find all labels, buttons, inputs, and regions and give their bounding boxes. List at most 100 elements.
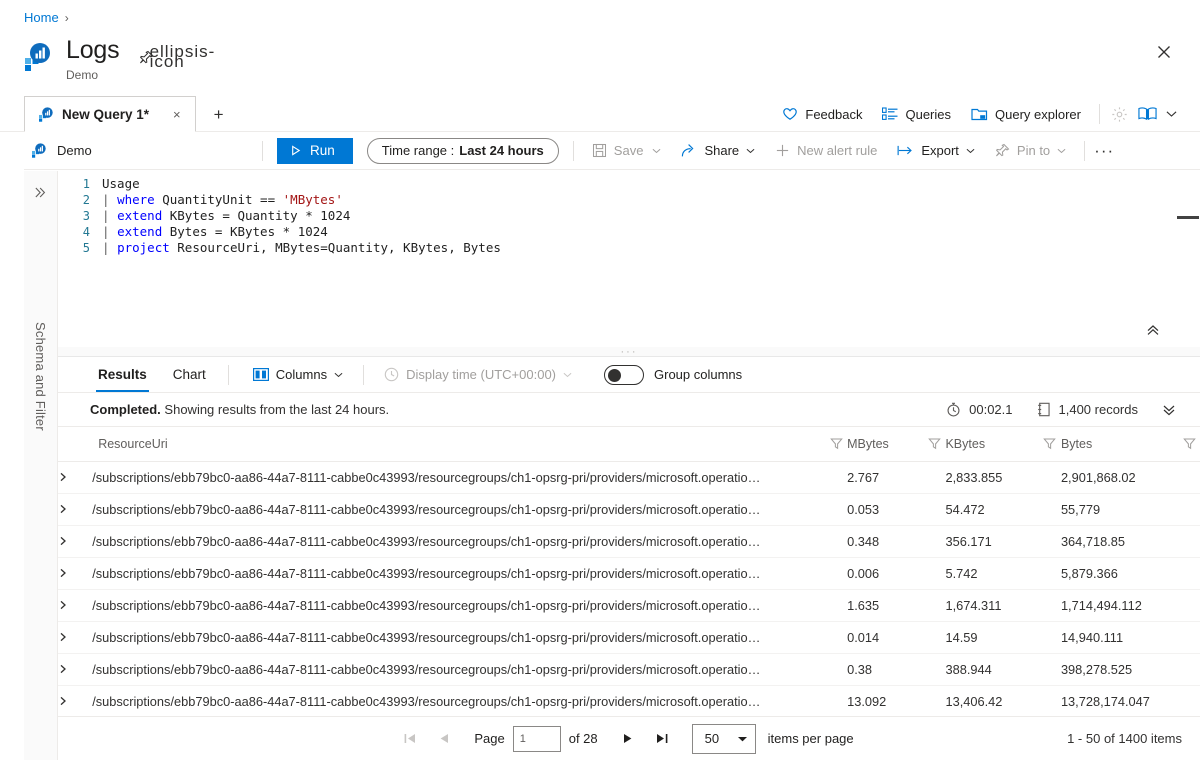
- chevron-right-icon[interactable]: [58, 621, 93, 654]
- filter-funnel-icon[interactable]: [1039, 437, 1061, 450]
- group-columns-toggle[interactable]: Group columns: [604, 364, 743, 385]
- play-icon: [289, 144, 302, 157]
- kql-code[interactable]: 1 Usage 2 | where QuantityUnit == 'MByte…: [58, 171, 1200, 256]
- group-columns-label: Group columns: [654, 367, 743, 382]
- chevron-right-icon[interactable]: [58, 557, 93, 590]
- code-line: 3 | extend KBytes = Quantity * 1024: [58, 208, 1200, 224]
- query-tabstrip: New Query 1* × + Feedback Queries Query …: [24, 96, 1200, 132]
- page-number-input[interactable]: [512, 725, 561, 752]
- column-label: Bytes: [1060, 436, 1093, 451]
- chevron-right-icon[interactable]: [58, 525, 93, 558]
- display-time-button[interactable]: Display time (UTC+00:00): [374, 363, 582, 386]
- results-status-row: Completed. Showing results from the last…: [58, 393, 1200, 427]
- save-button[interactable]: Save: [582, 139, 672, 162]
- chevron-right-icon[interactable]: [58, 685, 93, 716]
- double-chevron-down-icon[interactable]: [1156, 401, 1182, 419]
- line-text: | project ResourceUri, MBytes=Quantity, …: [102, 240, 501, 255]
- query-tab[interactable]: New Query 1* ×: [24, 96, 196, 132]
- double-chevron-right-icon[interactable]: [29, 180, 53, 204]
- export-icon: [897, 144, 914, 157]
- chevron-right-icon[interactable]: [58, 653, 93, 686]
- filter-funnel-icon[interactable]: [1178, 437, 1200, 450]
- columns-icon: [252, 368, 269, 381]
- results-grid[interactable]: ResourceUri MBytes KBytes Bytes /subscri…: [58, 427, 1200, 716]
- cell-mbytes: 0.053: [847, 493, 946, 526]
- tab-chart[interactable]: Chart: [165, 357, 214, 392]
- save-label: Save: [613, 143, 644, 158]
- new-alert-rule-button[interactable]: New alert rule: [765, 139, 887, 162]
- table-row[interactable]: /subscriptions/ebb79bc0-aa86-44a7-8111-c…: [58, 525, 1200, 558]
- title-actions: ellipsis-icon: [135, 43, 215, 70]
- chevron-down-icon[interactable]: [1160, 103, 1182, 125]
- breadcrumb-home[interactable]: Home: [24, 10, 59, 25]
- run-button[interactable]: Run: [277, 137, 353, 164]
- chevron-right-icon[interactable]: [58, 461, 93, 494]
- heart-icon: [782, 106, 798, 122]
- page-last-icon[interactable]: [648, 725, 676, 753]
- panel-splitter[interactable]: ···: [58, 346, 1200, 357]
- column-header-mbytes[interactable]: MBytes: [847, 427, 946, 462]
- ellipsis-icon[interactable]: ellipsis-icon: [150, 43, 215, 70]
- page-size-select[interactable]: 50: [691, 723, 756, 754]
- cell-bytes: 14,940.111: [1060, 621, 1200, 654]
- cell-kbytes: 2,833.855: [945, 461, 1061, 494]
- schema-filter-rail[interactable]: Schema and Filter: [24, 171, 58, 760]
- more-commands-icon[interactable]: ···: [1093, 140, 1115, 162]
- new-query-tab-button[interactable]: +: [208, 104, 230, 126]
- query-editor[interactable]: 1 Usage 2 | where QuantityUnit == 'MByte…: [58, 171, 1200, 347]
- chevron-right-icon[interactable]: [58, 589, 93, 622]
- table-row[interactable]: /subscriptions/ebb79bc0-aa86-44a7-8111-c…: [58, 589, 1200, 622]
- close-icon[interactable]: [1150, 38, 1178, 66]
- time-range-picker[interactable]: Time range : Last 24 hours: [366, 137, 559, 164]
- export-button[interactable]: Export: [887, 139, 985, 162]
- share-button[interactable]: Share: [671, 139, 765, 162]
- toggle-track[interactable]: [604, 364, 644, 385]
- table-row[interactable]: /subscriptions/ebb79bc0-aa86-44a7-8111-c…: [58, 653, 1200, 686]
- pin-to-button[interactable]: Pin to: [985, 139, 1076, 162]
- column-label: KBytes: [945, 436, 986, 451]
- page-first-icon[interactable]: [396, 725, 424, 753]
- filter-funnel-icon[interactable]: [923, 437, 945, 450]
- filter-funnel-icon[interactable]: [825, 437, 847, 450]
- queries-button[interactable]: Queries: [872, 103, 961, 126]
- tab-results-label: Results: [98, 367, 147, 382]
- column-label: ResourceUri: [98, 436, 168, 451]
- editor-scrollbar[interactable]: [1177, 216, 1199, 219]
- records-value: 1,400 records: [1058, 402, 1139, 417]
- table-body: /subscriptions/ebb79bc0-aa86-44a7-8111-c…: [58, 461, 1200, 716]
- page-next-icon[interactable]: [614, 725, 642, 753]
- column-header-bytes[interactable]: Bytes: [1060, 427, 1200, 462]
- scope-selector[interactable]: Demo: [24, 139, 254, 162]
- query-explorer-button[interactable]: Query explorer: [961, 103, 1091, 126]
- cell-kbytes: 1,674.311: [945, 589, 1061, 622]
- table-row[interactable]: /subscriptions/ebb79bc0-aa86-44a7-8111-c…: [58, 685, 1200, 716]
- table-row[interactable]: /subscriptions/ebb79bc0-aa86-44a7-8111-c…: [58, 493, 1200, 526]
- book-help-icon[interactable]: [1136, 103, 1158, 125]
- record-count: 1,400 records: [1025, 402, 1151, 417]
- feedback-button[interactable]: Feedback: [772, 102, 872, 126]
- feedback-label: Feedback: [805, 106, 863, 122]
- command-items: Save Share New alert rule Export Pin to …: [582, 139, 1115, 162]
- table-row[interactable]: /subscriptions/ebb79bc0-aa86-44a7-8111-c…: [58, 461, 1200, 494]
- column-header-kbytes[interactable]: KBytes: [945, 427, 1061, 462]
- query-tab-close-icon[interactable]: ×: [169, 105, 185, 124]
- table-row[interactable]: /subscriptions/ebb79bc0-aa86-44a7-8111-c…: [58, 557, 1200, 590]
- columns-button[interactable]: Columns: [243, 363, 353, 386]
- cell-kbytes: 356.171: [945, 525, 1061, 558]
- breadcrumb-separator-icon: ›: [64, 10, 69, 25]
- cell-resourceuri: /subscriptions/ebb79bc0-aa86-44a7-8111-c…: [92, 493, 848, 526]
- tab-results[interactable]: Results: [90, 357, 155, 392]
- double-chevron-up-icon[interactable]: [1142, 319, 1164, 341]
- column-header-resourceuri[interactable]: ResourceUri: [92, 427, 848, 462]
- list-icon: [882, 107, 898, 121]
- log-analytics-logo-icon: [24, 42, 54, 72]
- code-line: 5 | project ResourceUri, MBytes=Quantity…: [58, 240, 1200, 256]
- cell-mbytes: 0.014: [847, 621, 946, 654]
- table-row[interactable]: /subscriptions/ebb79bc0-aa86-44a7-8111-c…: [58, 621, 1200, 654]
- page-prev-icon[interactable]: [430, 725, 458, 753]
- chevron-right-icon[interactable]: [58, 493, 93, 526]
- chevron-down-icon: [334, 372, 343, 378]
- settings-gear-icon[interactable]: [1108, 103, 1130, 125]
- chevron-down-icon: [563, 372, 572, 378]
- divider: [227, 364, 229, 385]
